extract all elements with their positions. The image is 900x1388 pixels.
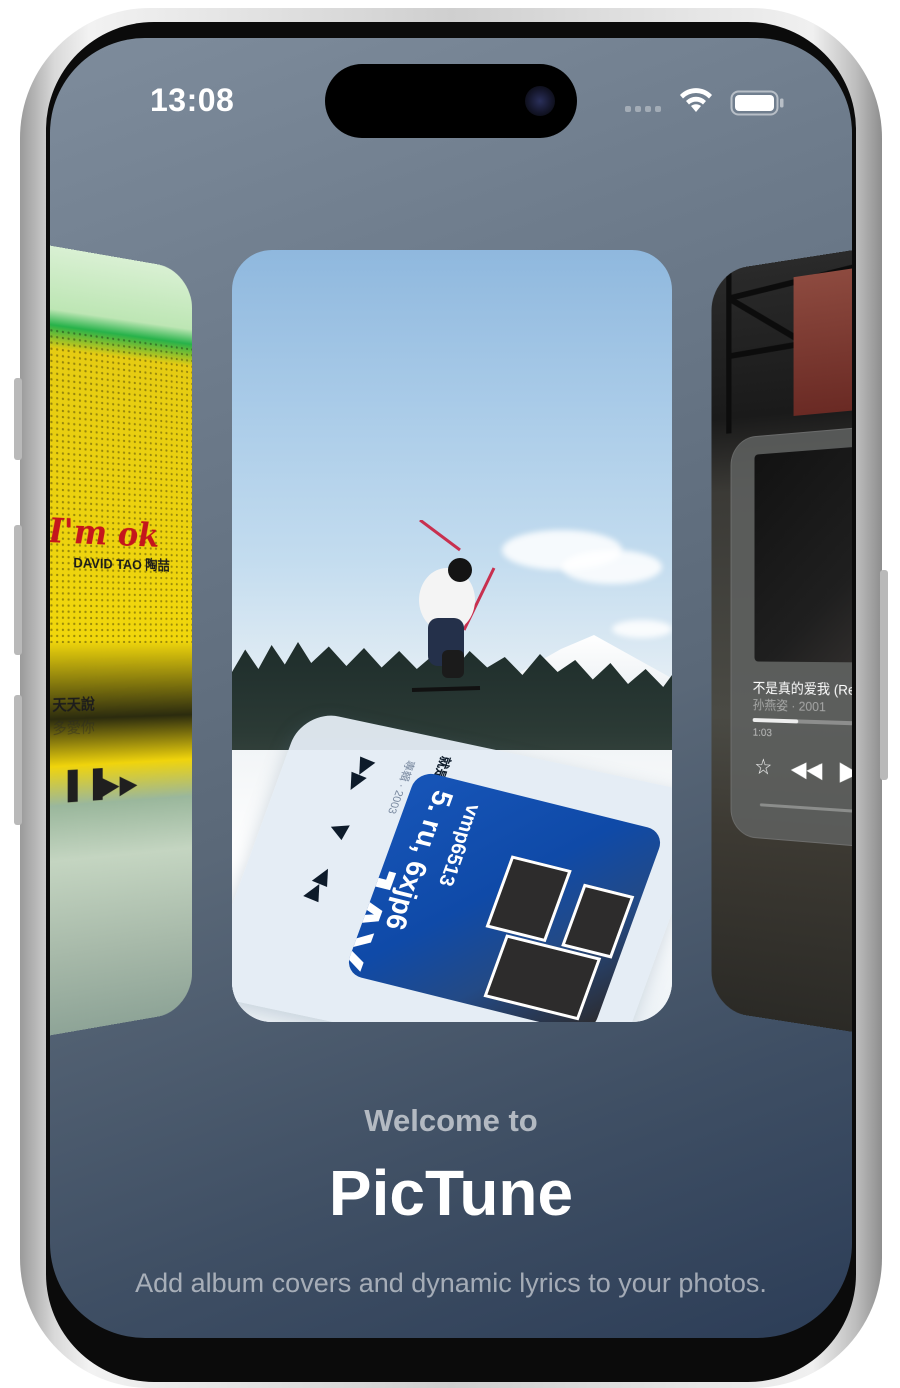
status-time: 13:08 xyxy=(150,82,235,118)
battery-icon xyxy=(730,90,784,116)
album-cover xyxy=(754,442,852,663)
volume-up-button xyxy=(14,525,22,655)
power-button xyxy=(880,570,888,780)
album-logo: I'm ok xyxy=(50,510,159,556)
lyric-current: 天天說 xyxy=(52,695,95,715)
poster xyxy=(793,267,852,416)
play-icon: ▶ xyxy=(839,755,852,787)
dynamic-island xyxy=(325,64,577,138)
progress-bar xyxy=(752,718,852,728)
wifi-icon xyxy=(680,88,712,112)
rewind-icon: ◀◀ xyxy=(790,755,823,783)
cellular-signal-icon xyxy=(625,106,661,112)
cover-photo xyxy=(485,855,572,943)
sample-card-center[interactable]: ▶▶ ▼ ◀◀ 就是 專輯 · 2003 5. ru, 6xjp6 vmp651… xyxy=(232,250,672,1022)
volume-slider xyxy=(759,803,852,818)
progress-fill xyxy=(752,718,799,724)
lyric-next: 多愛你 xyxy=(52,718,95,738)
play-icon: ▼ xyxy=(318,812,361,849)
artist-year: 孙燕姿 · 2001 xyxy=(752,697,826,715)
app-title: PicTune xyxy=(328,1157,574,1229)
cloud xyxy=(562,550,662,584)
next-track-icon: ◀◀ xyxy=(301,864,341,905)
forward-icon: ▶▶ xyxy=(101,768,138,801)
elapsed-time: 1:03 xyxy=(752,726,772,740)
star-icon: ☆ xyxy=(754,754,773,780)
album-artist: DAVID TAO 陶喆 xyxy=(73,554,170,574)
previous-track-icon: ▶▶ xyxy=(340,755,381,796)
volume-down-button xyxy=(14,695,22,825)
welcome-intro: Welcome to xyxy=(364,1103,538,1138)
sample-card-left[interactable]: I'm ok DAVID TAO 陶喆 天天說 多愛你 ❚❚ ▶▶ xyxy=(50,233,193,1048)
app-screen: 13:08 I'm ok DAVID TAO 陶喆 天天說 多愛你 ❚❚ ▶▶ xyxy=(50,38,852,1338)
app-tagline: Add album covers and dynamic lyrics to y… xyxy=(135,1268,767,1298)
action-button xyxy=(14,378,22,460)
cloud xyxy=(612,620,672,638)
music-player-widget: 不是真的爱我 (Remastered) 孙燕姿 · 2001 1:03 ☆ ◀◀… xyxy=(730,421,852,852)
skier-figure xyxy=(411,520,496,692)
halftone-pattern xyxy=(50,317,193,644)
sample-card-right[interactable]: 不是真的爱我 (Remastered) 孙燕姿 · 2001 1:03 ☆ ◀◀… xyxy=(711,238,852,1044)
front-camera-icon xyxy=(525,86,555,116)
